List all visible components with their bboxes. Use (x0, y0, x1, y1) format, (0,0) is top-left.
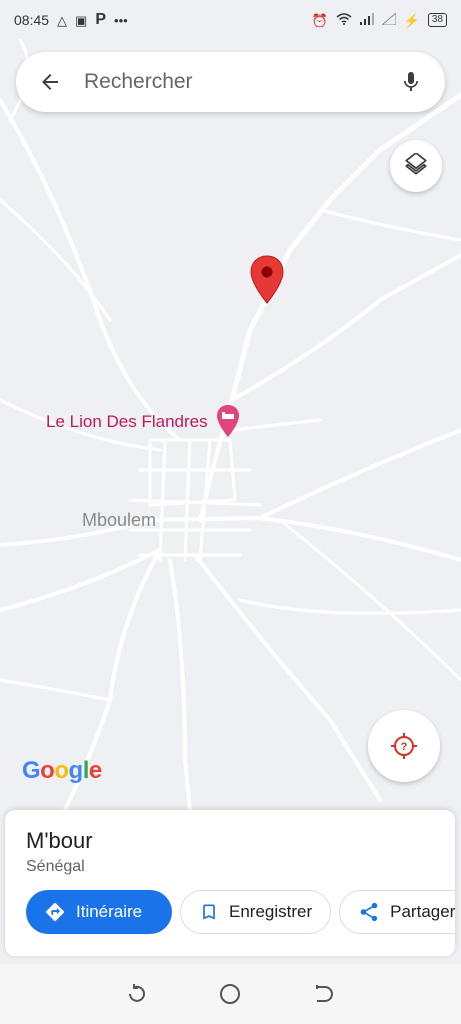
pdf-icon: ▣ (75, 12, 88, 28)
home-icon (220, 984, 241, 1004)
home-button[interactable] (216, 980, 244, 1008)
status-bar: 08:45 △ ▣ P ••• ⏰ ⚡ 38 (0, 0, 461, 40)
google-letter: o (40, 757, 55, 784)
my-location-button[interactable]: ? (368, 710, 440, 782)
battery-level: 38 (427, 13, 447, 27)
locality-label: Mboulem (82, 510, 157, 530)
directions-icon (44, 901, 66, 923)
bookmark-icon (199, 901, 219, 923)
status-time: 08:45 (14, 12, 50, 28)
svg-text:?: ? (401, 741, 408, 753)
recents-icon (128, 984, 145, 1002)
layers-button[interactable] (390, 140, 442, 192)
wifi-icon (336, 13, 352, 27)
save-label: Enregistrer (229, 902, 313, 921)
google-letter: G (22, 757, 41, 784)
layers-icon (405, 153, 427, 175)
back-nav-icon (316, 985, 334, 1002)
back-nav-button[interactable] (310, 980, 338, 1008)
map-pin-icon[interactable] (249, 255, 285, 305)
drive-icon: △ (57, 12, 68, 28)
share-icon (358, 901, 380, 923)
parking-icon: P (95, 11, 107, 28)
google-letter: g (68, 757, 84, 784)
directions-button[interactable]: Itinéraire (26, 890, 172, 934)
arrow-left-icon (42, 74, 58, 90)
search-bar[interactable] (16, 52, 445, 112)
alarm-icon: ⏰ (311, 12, 328, 28)
place-name: M'bour (26, 828, 93, 853)
voice-search-button[interactable] (397, 68, 425, 96)
signal-empty-icon (380, 11, 397, 27)
google-letter: o (54, 757, 69, 784)
system-nav-bar (0, 964, 461, 1024)
search-input[interactable] (82, 69, 397, 95)
share-button[interactable]: Partager (339, 890, 455, 934)
share-label: Partager (390, 902, 455, 921)
place-country: Sénégal (26, 858, 85, 875)
action-row: Itinéraire Enregistrer Partager (26, 890, 455, 934)
back-button[interactable] (36, 68, 64, 96)
my-location-icon: ? (391, 733, 417, 759)
hotel-poi-icon[interactable] (216, 404, 240, 438)
google-letter: e (88, 757, 102, 784)
charging-icon: ⚡ (403, 12, 420, 28)
signal-icon (359, 13, 374, 27)
directions-label: Itinéraire (76, 902, 143, 921)
poi-label[interactable]: Le Lion Des Flandres (46, 412, 208, 432)
recents-button[interactable] (123, 980, 151, 1008)
more-notifications-icon: ••• (114, 12, 128, 28)
google-logo: Google (22, 757, 102, 785)
microphone-icon (404, 72, 418, 91)
save-button[interactable]: Enregistrer (180, 890, 332, 934)
place-card[interactable]: M'bour Sénégal Itinéraire Enregistrer Pa… (5, 810, 455, 956)
